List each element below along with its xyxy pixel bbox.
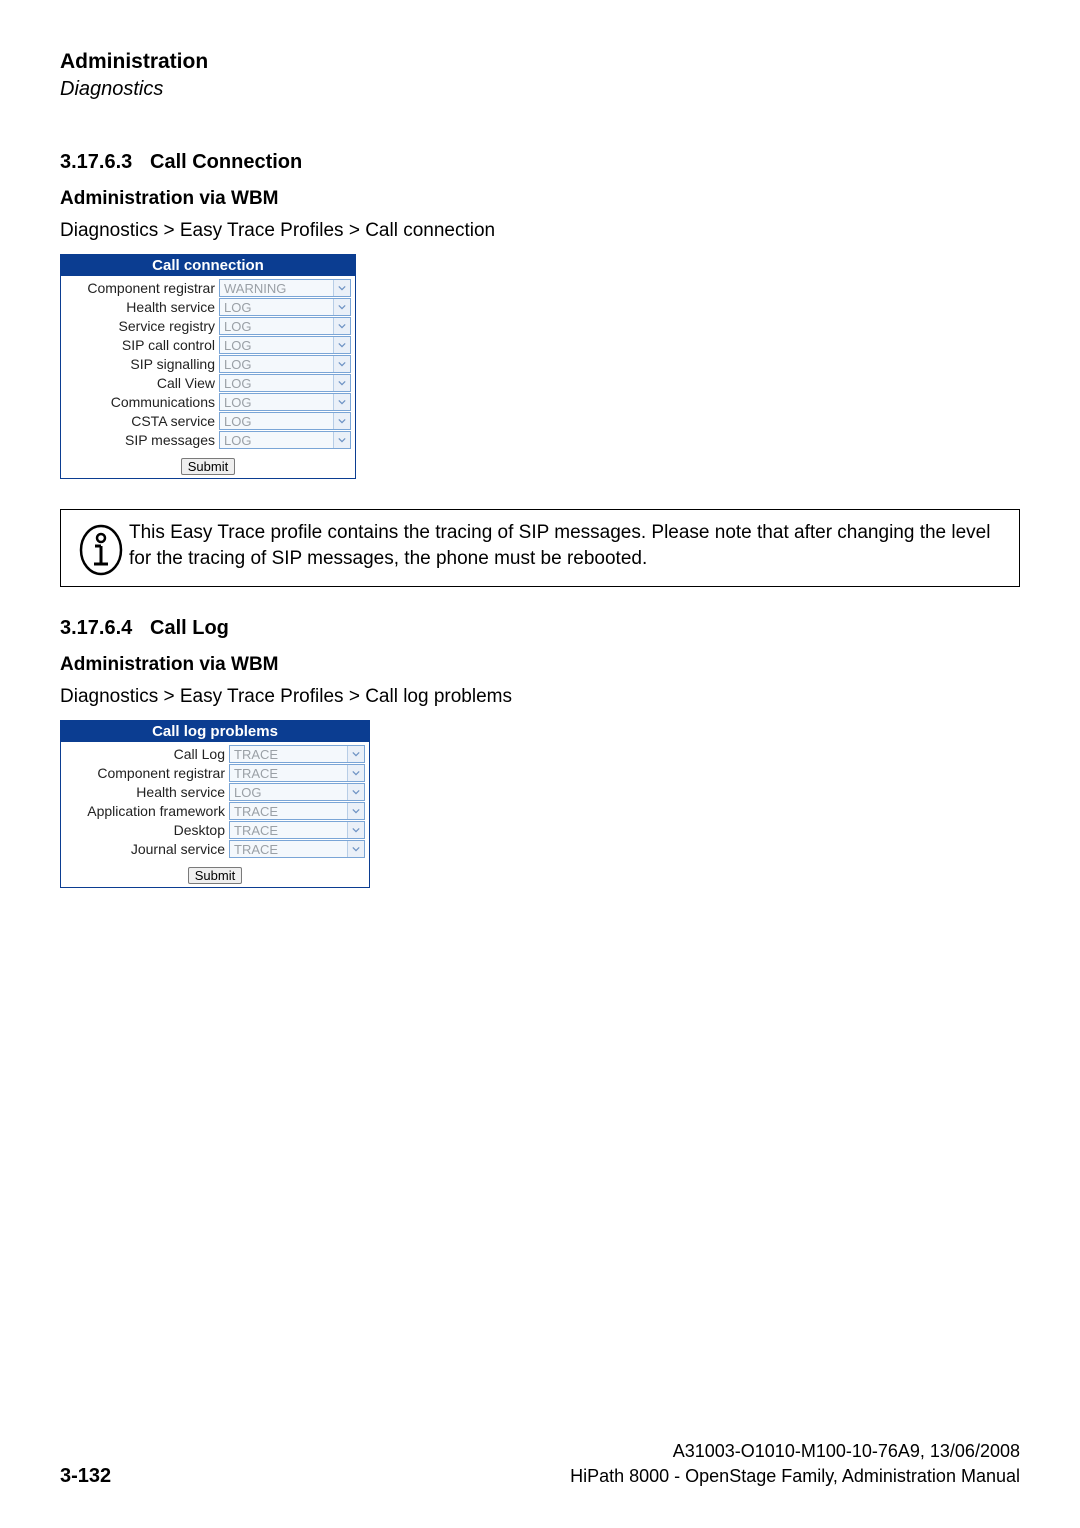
- doc-title: HiPath 8000 - OpenStage Family, Administ…: [570, 1464, 1020, 1488]
- chevron-down-icon[interactable]: [347, 765, 364, 781]
- log-level-dropdown[interactable]: LOG: [219, 393, 351, 411]
- chevron-down-icon[interactable]: [333, 299, 350, 315]
- row-label: Call View: [65, 375, 219, 391]
- dropdown-value: LOG: [224, 357, 251, 372]
- panel-row: Health service LOG: [65, 783, 365, 801]
- panel-row: CSTA service LOG: [65, 412, 351, 430]
- panel-row: Call View LOG: [65, 374, 351, 392]
- dropdown-value: LOG: [224, 338, 251, 353]
- dropdown-value: LOG: [224, 395, 251, 410]
- panel-row: Component registrar TRACE: [65, 764, 365, 782]
- log-level-dropdown[interactable]: TRACE: [229, 745, 365, 763]
- panel-row: Component registrar WARNING: [65, 279, 351, 297]
- chevron-down-icon[interactable]: [347, 746, 364, 762]
- page-number: 3-132: [60, 1465, 111, 1488]
- log-level-dropdown[interactable]: TRACE: [229, 764, 365, 782]
- info-note-box: This Easy Trace profile contains the tra…: [60, 509, 1020, 587]
- log-level-dropdown[interactable]: TRACE: [229, 821, 365, 839]
- row-label: Application framework: [65, 803, 229, 819]
- log-level-dropdown[interactable]: LOG: [219, 412, 351, 430]
- row-label: Call Log: [65, 746, 229, 762]
- row-label: Communications: [65, 394, 219, 410]
- panel-row: Health service LOG: [65, 298, 351, 316]
- section-title: Call Log: [150, 617, 229, 639]
- dropdown-value: LOG: [234, 785, 261, 800]
- dropdown-value: LOG: [224, 319, 251, 334]
- panel-row: Journal service TRACE: [65, 840, 365, 858]
- row-label: Health service: [65, 299, 219, 315]
- log-level-dropdown[interactable]: TRACE: [229, 840, 365, 858]
- chevron-down-icon[interactable]: [333, 413, 350, 429]
- chevron-down-icon[interactable]: [347, 822, 364, 838]
- row-label: Desktop: [65, 822, 229, 838]
- info-note-text: This Easy Trace profile contains the tra…: [129, 520, 1007, 571]
- panel-row: SIP call control LOG: [65, 336, 351, 354]
- dropdown-value: TRACE: [234, 747, 278, 762]
- dropdown-value: LOG: [224, 376, 251, 391]
- chevron-down-icon[interactable]: [347, 803, 364, 819]
- section-number: 3.17.6.4: [60, 617, 150, 640]
- panel-call-connection: Call connection Component registrar WARNI…: [60, 254, 356, 479]
- panel-row: Call Log TRACE: [65, 745, 365, 763]
- log-level-dropdown[interactable]: LOG: [219, 317, 351, 335]
- row-label: SIP call control: [65, 337, 219, 353]
- log-level-dropdown[interactable]: LOG: [219, 431, 351, 449]
- row-label: CSTA service: [65, 413, 219, 429]
- chevron-down-icon[interactable]: [333, 432, 350, 448]
- chevron-down-icon[interactable]: [333, 280, 350, 296]
- dropdown-value: TRACE: [234, 766, 278, 781]
- log-level-dropdown[interactable]: TRACE: [229, 802, 365, 820]
- subheading-admin-wbm: Administration via WBM: [60, 188, 1020, 210]
- panel-title: Call log problems: [61, 721, 369, 742]
- chevron-down-icon[interactable]: [333, 375, 350, 391]
- dropdown-value: TRACE: [234, 842, 278, 857]
- panel-row: Service registry LOG: [65, 317, 351, 335]
- section-title: Call Connection: [150, 151, 302, 173]
- panel-title: Call connection: [61, 255, 355, 276]
- header-subtitle: Diagnostics: [60, 78, 1020, 101]
- log-level-dropdown[interactable]: LOG: [219, 355, 351, 373]
- dropdown-value: WARNING: [224, 281, 286, 296]
- row-label: SIP signalling: [65, 356, 219, 372]
- dropdown-value: TRACE: [234, 823, 278, 838]
- panel-row: Communications LOG: [65, 393, 351, 411]
- submit-button[interactable]: Submit: [188, 867, 242, 884]
- submit-button[interactable]: Submit: [181, 458, 235, 475]
- log-level-dropdown[interactable]: LOG: [219, 336, 351, 354]
- header-title: Administration: [60, 50, 1020, 74]
- section-heading-call-connection: 3.17.6.3Call Connection: [60, 151, 1020, 174]
- row-label: Component registrar: [65, 280, 219, 296]
- info-icon: [73, 520, 129, 576]
- chevron-down-icon[interactable]: [333, 337, 350, 353]
- panel-row: Application framework TRACE: [65, 802, 365, 820]
- chevron-down-icon[interactable]: [347, 784, 364, 800]
- breadcrumb-call-connection: Diagnostics > Easy Trace Profiles > Call…: [60, 220, 1020, 242]
- log-level-dropdown[interactable]: WARNING: [219, 279, 351, 297]
- doc-id: A31003-O1010-M100-10-76A9, 13/06/2008: [570, 1439, 1020, 1463]
- log-level-dropdown[interactable]: LOG: [229, 783, 365, 801]
- chevron-down-icon[interactable]: [333, 394, 350, 410]
- row-label: Journal service: [65, 841, 229, 857]
- chevron-down-icon[interactable]: [333, 318, 350, 334]
- row-label: Service registry: [65, 318, 219, 334]
- panel-row: Desktop TRACE: [65, 821, 365, 839]
- panel-call-log-problems: Call log problems Call LogTRACEComponent…: [60, 720, 370, 888]
- log-level-dropdown[interactable]: LOG: [219, 374, 351, 392]
- chevron-down-icon[interactable]: [333, 356, 350, 372]
- dropdown-value: TRACE: [234, 804, 278, 819]
- section-number: 3.17.6.3: [60, 151, 150, 174]
- dropdown-value: LOG: [224, 433, 251, 448]
- log-level-dropdown[interactable]: LOG: [219, 298, 351, 316]
- dropdown-value: LOG: [224, 300, 251, 315]
- panel-row: SIP messages LOG: [65, 431, 351, 449]
- row-label: SIP messages: [65, 432, 219, 448]
- dropdown-value: LOG: [224, 414, 251, 429]
- subheading-admin-wbm: Administration via WBM: [60, 654, 1020, 676]
- chevron-down-icon[interactable]: [347, 841, 364, 857]
- row-label: Component registrar: [65, 765, 229, 781]
- panel-row: SIP signalling LOG: [65, 355, 351, 373]
- section-heading-call-log: 3.17.6.4Call Log: [60, 617, 1020, 640]
- breadcrumb-call-log: Diagnostics > Easy Trace Profiles > Call…: [60, 686, 1020, 708]
- row-label: Health service: [65, 784, 229, 800]
